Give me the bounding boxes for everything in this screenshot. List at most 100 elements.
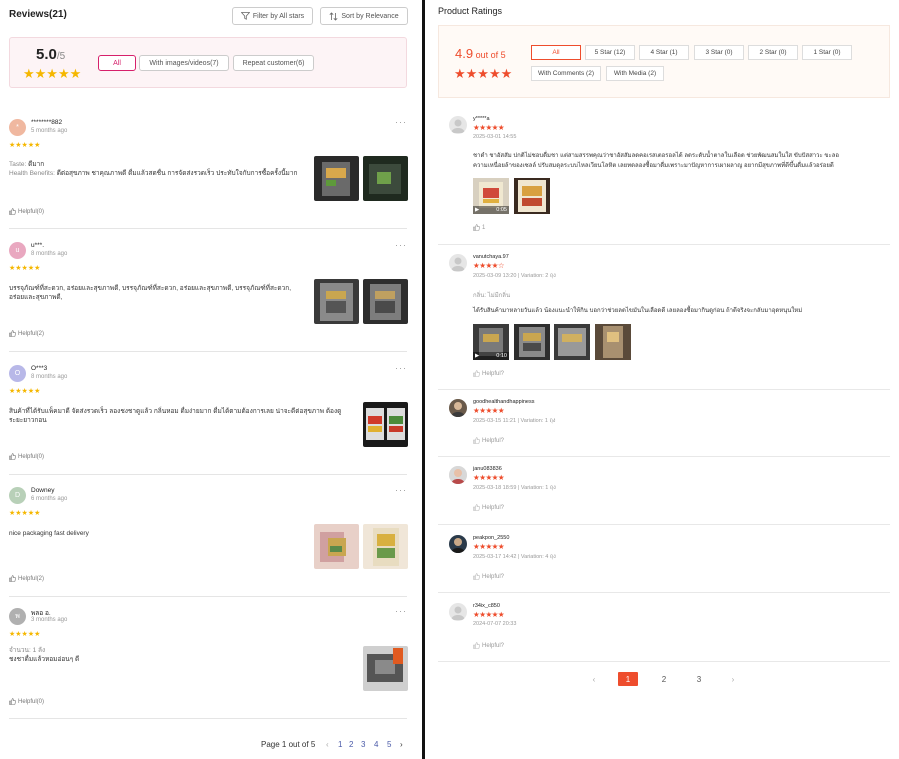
review-item: u u***. 8 months ago ··· ★★★★★ บรรจุภัณฑ… xyxy=(9,240,408,352)
more-options-icon[interactable]: ··· xyxy=(395,485,407,495)
avatar: O xyxy=(9,365,26,382)
helpful-button[interactable]: Helpful(0) xyxy=(9,208,44,215)
helpful-button[interactable]: Helpful? xyxy=(473,504,504,511)
video-duration: ▶ 0:05 xyxy=(473,206,509,214)
more-options-icon[interactable]: ··· xyxy=(395,363,407,373)
helpful-button[interactable]: Helpful? xyxy=(473,642,504,649)
chip-with-comments[interactable]: With Comments (2) xyxy=(531,66,601,81)
helpful-button[interactable]: Helpful(2) xyxy=(9,575,44,582)
review-text: จำนวน: 1 ลัง ชงชาดื่มแล้วหอมอ่อนๆ ดี xyxy=(9,647,80,663)
pager-page-1[interactable]: 1 xyxy=(338,740,342,749)
pager-page-3[interactable]: 3 xyxy=(361,740,365,749)
product-ratings-panel: Product Ratings 4.9 out of 5 ★★★★★ All 5… xyxy=(425,0,899,759)
rating-photo[interactable] xyxy=(514,178,550,214)
chip-2-star[interactable]: 2 Star (0) xyxy=(748,45,798,60)
sort-relevance-button[interactable]: Sort by Relevance xyxy=(320,7,408,25)
chip-1-star[interactable]: 1 Star (0) xyxy=(802,45,852,60)
chip-all[interactable]: All xyxy=(98,55,136,71)
chip-3-star[interactable]: 3 Star (0) xyxy=(694,45,744,60)
review-photo[interactable] xyxy=(314,524,359,569)
ratings-summary: 4.9 out of 5 ★★★★★ All 5 Star (12) 4 Sta… xyxy=(438,25,890,98)
helpful-button[interactable]: Helpful? xyxy=(473,370,504,377)
rating-divider xyxy=(438,661,890,662)
review-divider xyxy=(9,596,407,597)
reviewer-name: u***. xyxy=(31,242,45,249)
helpful-button[interactable]: Helpful? xyxy=(473,573,504,580)
rating-divider xyxy=(438,456,890,457)
reviewer-name: ********882 xyxy=(31,119,63,126)
more-options-icon[interactable]: ··· xyxy=(395,117,407,127)
pager-page-2[interactable]: 2 xyxy=(654,672,674,686)
review-text: บรรจุภัณฑ์ที่สะดวก, อร่อยและสุขภาพดี, บร… xyxy=(9,285,292,301)
pager-prev[interactable]: ‹ xyxy=(326,740,329,749)
video-duration: ▶ 0:10 xyxy=(473,352,509,360)
review-time: 6 months ago xyxy=(31,496,68,502)
helpful-button[interactable]: Helpful(0) xyxy=(9,453,44,460)
avatar: u xyxy=(9,242,26,259)
rating-meta: 2024-07-07 20:33 xyxy=(473,621,517,627)
review-item: D Downey 6 months ago ··· ★★★★★ nice pac… xyxy=(9,485,408,597)
rating-meta: 2025-03-18 18:59 | Variation: 1 ถุง xyxy=(473,485,556,491)
reviews-title: Reviews(21) xyxy=(9,9,67,20)
review-text: Taste: ดีมาก Health Benefits: ดีต่อสุขภา… xyxy=(9,161,298,177)
avatar: * xyxy=(9,119,26,136)
rater-name: r34ix_c850 xyxy=(473,603,500,609)
rating-meta: 2025-03-09 13:20 | Variation: 2 ถุง xyxy=(473,273,556,279)
pager-page-5[interactable]: 5 xyxy=(387,740,391,749)
thumbs-up-icon xyxy=(473,224,480,231)
review-divider xyxy=(9,351,407,352)
pager-prev[interactable]: ‹ xyxy=(584,672,604,686)
review-photo[interactable] xyxy=(363,646,408,691)
avatar: D xyxy=(9,487,26,504)
chip-repeat-customer[interactable]: Repeat customer(6) xyxy=(233,55,314,71)
pager-page-2[interactable]: 2 xyxy=(349,740,353,749)
rater-name: vanutchaya.97 xyxy=(473,254,509,260)
review-text: nice packaging fast delivery xyxy=(9,530,89,537)
helpful-button[interactable]: Helpful(2) xyxy=(9,330,44,337)
review-photo[interactable] xyxy=(314,156,359,201)
rating-item: y*****a ★★★★★ 2025-03-01 14:55 ชาดำ ชาอั… xyxy=(444,116,890,241)
rating-photo[interactable] xyxy=(595,324,631,360)
pager-next[interactable]: › xyxy=(723,672,743,686)
like-button[interactable]: 1 xyxy=(473,224,485,231)
sort-icon xyxy=(329,11,338,21)
chip-5-star[interactable]: 5 Star (12) xyxy=(585,45,635,60)
more-options-icon[interactable]: ··· xyxy=(395,240,407,250)
review-photo[interactable] xyxy=(363,524,408,569)
avatar xyxy=(449,535,467,553)
chip-all[interactable]: All xyxy=(531,45,581,60)
rating-meta: 2025-03-17 14:42 | Variation: 4 ถุง xyxy=(473,554,556,560)
helpful-button[interactable]: Helpful(0) xyxy=(9,698,44,705)
review-photo[interactable] xyxy=(363,402,408,447)
filter-stars-button[interactable]: Filter by All stars xyxy=(232,7,313,25)
review-text: สินค้าที่ได้รับแพ็คมาดี จัดส่งรวดเร็ว ลอ… xyxy=(9,408,342,424)
review-divider xyxy=(9,718,407,719)
chip-with-media[interactable]: With Media (2) xyxy=(606,66,664,81)
pager-page-3[interactable]: 3 xyxy=(689,672,709,686)
chip-with-media[interactable]: With images/videos(7) xyxy=(139,55,229,71)
thumbs-up-icon xyxy=(473,642,480,649)
rating-item: r34ix_c850 ★★★★★ 2024-07-07 20:33 Helpfu… xyxy=(444,603,890,658)
pager-next[interactable]: › xyxy=(400,740,403,749)
chip-4-star[interactable]: 4 Star (1) xyxy=(639,45,689,60)
rating-meta: 2025-03-15 11:21 | Variation: 1 ถุง xyxy=(473,418,556,424)
review-photo[interactable] xyxy=(363,156,408,201)
average-stars: ★★★★★ xyxy=(23,66,82,81)
rating-photo[interactable] xyxy=(514,324,550,360)
rating-photo[interactable] xyxy=(554,324,590,360)
thumbs-up-icon xyxy=(9,208,16,215)
filter-stars-label: Filter by All stars xyxy=(252,12,305,20)
helpful-button[interactable]: Helpful? xyxy=(473,437,504,444)
pager-page-4[interactable]: 4 xyxy=(374,740,378,749)
more-options-icon[interactable]: ··· xyxy=(395,606,407,616)
review-time: 5 months ago xyxy=(31,128,68,134)
sort-relevance-label: Sort by Relevance xyxy=(341,12,399,20)
review-photo[interactable] xyxy=(314,279,359,324)
pager-page-1[interactable]: 1 xyxy=(618,672,638,686)
rating-video[interactable]: ▶ 0:05 xyxy=(473,178,509,214)
ratings-title: Product Ratings xyxy=(438,6,503,16)
thumbs-up-icon xyxy=(473,370,480,377)
review-photo[interactable] xyxy=(363,279,408,324)
review-stars: ★★★★★ xyxy=(9,388,41,395)
rating-video[interactable]: ▶ 0:10 xyxy=(473,324,509,360)
